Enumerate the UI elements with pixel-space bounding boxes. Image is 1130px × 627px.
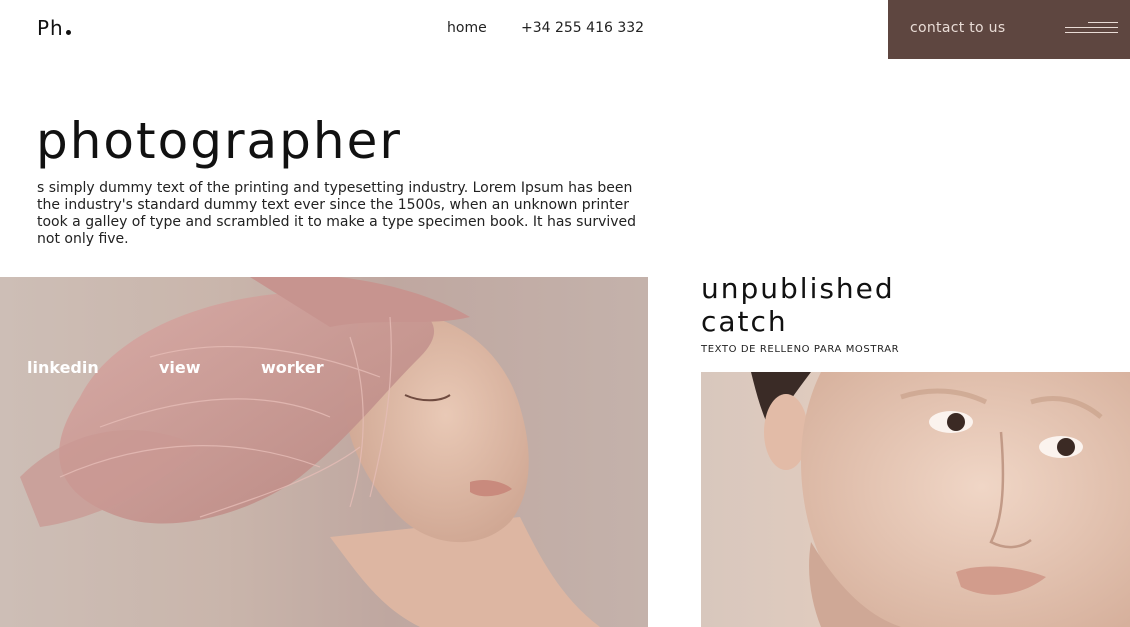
hero-description: s simply dummy text of the printing and …	[37, 180, 637, 247]
logo-text: Ph	[37, 16, 64, 40]
contact-button[interactable]: contact to us	[888, 0, 1130, 59]
social-link-view[interactable]: view	[159, 358, 201, 377]
nav-home-link[interactable]: home	[447, 20, 487, 36]
portrait-illustration-right	[751, 372, 1130, 627]
hamburger-menu-icon[interactable]	[1065, 20, 1118, 34]
logo[interactable]: Ph	[37, 16, 71, 40]
portrait-illustration-left	[20, 277, 600, 627]
contact-label: contact to us	[910, 20, 1006, 36]
section-subtitle: TEXTO DE RELLENO PARA MOSTRAR	[701, 344, 900, 355]
page: Ph home +34 255 416 332 contact to us ph…	[0, 0, 1130, 627]
nav-phone-link[interactable]: +34 255 416 332	[521, 20, 644, 36]
social-link-worker[interactable]: worker	[261, 358, 324, 377]
page-title: photographer	[36, 112, 402, 170]
portrait-image-right	[701, 372, 1130, 627]
portrait-image-left: linkedin view worker	[0, 277, 648, 627]
logo-dot	[65, 30, 71, 35]
social-link-linkedin[interactable]: linkedin	[27, 358, 99, 377]
section-title: unpublished catch	[701, 272, 895, 338]
